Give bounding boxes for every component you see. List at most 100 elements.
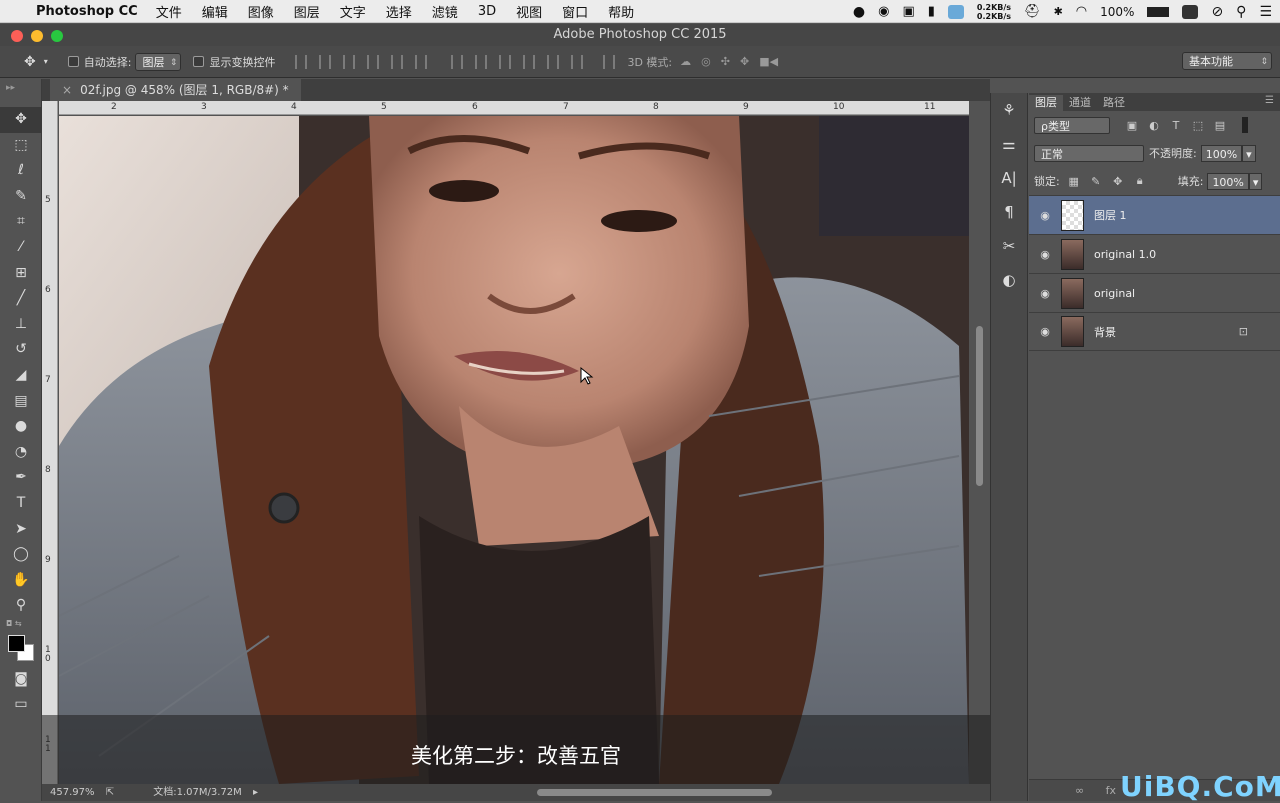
filter-toggle-switch[interactable] <box>1242 117 1248 133</box>
vr-icon[interactable]: ⛑ <box>1024 4 1041 19</box>
lock-all-icon[interactable]: 🔒︎ <box>1132 174 1148 188</box>
move-tool-icon[interactable]: ✥ <box>0 107 42 133</box>
menu-edit[interactable]: 编辑 <box>202 2 228 21</box>
distribute-hcenter-icon[interactable] <box>547 54 560 69</box>
spotlight-search-icon[interactable]: ⚲ <box>1236 4 1246 20</box>
swap-colors-icon[interactable]: ◘ ⇆ <box>0 619 41 633</box>
opacity-input[interactable]: 100% <box>1200 144 1243 162</box>
distribute-bottom-icon[interactable] <box>499 54 512 69</box>
menu-view[interactable]: 视图 <box>516 2 542 21</box>
quick-selection-tool-icon[interactable]: ✎ <box>0 184 42 210</box>
visibility-eye-icon[interactable]: ◉ <box>1029 248 1061 261</box>
bluetooth-icon[interactable]: ✱ <box>1054 5 1063 18</box>
clock-icon[interactable]: ⊘ <box>1211 4 1223 20</box>
character-panel-icon[interactable]: A| <box>991 161 1027 195</box>
fill-input[interactable]: 100% <box>1207 172 1249 190</box>
ellipse-tool-icon[interactable]: ◯ <box>0 542 42 568</box>
auto-select-dropdown[interactable]: 图层 <box>135 52 182 72</box>
toolbox-collapse-icon[interactable]: ▸▸ <box>0 79 41 107</box>
lasso-tool-icon[interactable]: ℓ <box>0 158 42 184</box>
align-right-icon[interactable] <box>415 54 428 69</box>
layer-row[interactable]: ◉ original <box>1029 273 1280 312</box>
layer-name[interactable]: original <box>1094 287 1135 300</box>
opacity-slider-arrow[interactable]: ▾ <box>1242 144 1256 162</box>
display-icon[interactable] <box>947 4 964 19</box>
3d-rotate-icon[interactable]: ☁ <box>680 55 691 68</box>
layer-name[interactable]: 背景 <box>1094 324 1116 340</box>
horizontal-scrollbar-thumb[interactable] <box>537 789 772 796</box>
panel-menu-icon[interactable]: ☰ <box>1265 95 1274 106</box>
adjustments-panel-icon[interactable]: ◐ <box>991 263 1027 297</box>
healing-brush-tool-icon[interactable]: ⊞ <box>0 261 42 287</box>
pen-tool-icon[interactable]: ✒ <box>0 465 42 491</box>
layer-row[interactable]: ◉ original 1.0 <box>1029 234 1280 273</box>
eyedropper-tool-icon[interactable]: ⁄ <box>0 235 42 261</box>
qq-icon[interactable]: ● <box>853 4 865 20</box>
hand-tool-icon[interactable]: ✋ <box>0 568 42 594</box>
paragraph-panel-icon[interactable]: ¶ <box>991 195 1027 229</box>
menu-filter[interactable]: 滤镜 <box>432 2 458 21</box>
layer-name[interactable]: 图层 1 <box>1094 207 1127 223</box>
camera-icon[interactable]: ▣ <box>902 4 914 19</box>
align-left-icon[interactable] <box>367 54 380 69</box>
blur-tool-icon[interactable]: ● <box>0 414 42 440</box>
visibility-eye-icon[interactable]: ◉ <box>1029 325 1061 338</box>
gradient-tool-icon[interactable]: ▤ <box>0 389 42 415</box>
align-top-icon[interactable] <box>295 54 308 69</box>
lock-position-icon[interactable]: ✥ <box>1110 175 1126 188</box>
move-tool-preset-icon[interactable]: ✥ <box>24 54 36 70</box>
blend-mode-dropdown[interactable]: 正常 <box>1034 144 1144 162</box>
marquee-tool-icon[interactable]: ⬚ <box>0 133 42 159</box>
menu-select[interactable]: 选择 <box>386 2 412 21</box>
clone-stamp-tool-icon[interactable]: ⊥ <box>0 312 42 338</box>
layer-row[interactable]: ◉ 图层 1 <box>1029 195 1280 234</box>
link-layers-icon[interactable]: ∞ <box>1075 784 1084 797</box>
history-brush-tool-icon[interactable]: ↺ <box>0 337 42 363</box>
notification-list-icon[interactable]: ☰ <box>1259 4 1272 20</box>
document-canvas[interactable] <box>59 116 969 784</box>
canvas-vertical-scrollbar[interactable] <box>969 101 990 784</box>
visibility-eye-icon[interactable]: ◉ <box>1029 287 1061 300</box>
3d-drag-icon[interactable]: ✣ <box>721 55 730 68</box>
path-selection-tool-icon[interactable]: ➤ <box>0 517 42 543</box>
tab-paths[interactable]: 路径 <box>1097 95 1131 111</box>
close-tab-icon[interactable]: × <box>62 83 72 97</box>
align-bottom-icon[interactable] <box>343 54 356 69</box>
dodge-tool-icon[interactable]: ◔ <box>0 440 42 466</box>
type-tool-icon[interactable]: T <box>0 491 42 517</box>
crop-tool-icon[interactable]: ⌗ <box>0 209 42 235</box>
tools-preset-panel-icon[interactable]: ✂ <box>991 229 1027 263</box>
filter-smart-object-icon[interactable]: ▤ <box>1212 119 1228 132</box>
minimize-window-button[interactable] <box>31 30 43 42</box>
color-swatches[interactable] <box>0 633 41 667</box>
visibility-eye-icon[interactable]: ◉ <box>1029 209 1061 222</box>
history-panel-icon[interactable]: ⚘ <box>991 93 1027 127</box>
menu-layer[interactable]: 图层 <box>294 2 320 21</box>
battery-icon[interactable] <box>1147 6 1170 17</box>
document-tab[interactable]: × 02f.jpg @ 458% (图层 1, RGB/8#) * <box>50 79 301 101</box>
foreground-color-swatch[interactable] <box>8 634 25 652</box>
tab-channels[interactable]: 通道 <box>1063 95 1097 111</box>
distribute-left-icon[interactable] <box>523 54 536 69</box>
filter-adjustment-icon[interactable]: ◐ <box>1146 119 1162 132</box>
show-transform-checkbox[interactable] <box>193 56 205 67</box>
filter-shape-icon[interactable]: ⬚ <box>1190 119 1206 132</box>
share-icon[interactable]: ⇱ <box>106 787 114 798</box>
wechat-icon[interactable]: ◉ <box>878 4 889 19</box>
properties-panel-icon[interactable]: ⚌ <box>991 127 1027 161</box>
menu-type[interactable]: 文字 <box>340 2 366 21</box>
status-menu-arrow-icon[interactable]: ▸ <box>253 787 258 798</box>
filter-pixel-icon[interactable]: ▣ <box>1124 119 1140 132</box>
menu-3d[interactable]: 3D <box>478 4 496 19</box>
layer-name[interactable]: original 1.0 <box>1094 248 1156 261</box>
menu-window[interactable]: 窗口 <box>562 2 588 21</box>
zoom-level[interactable]: 457.97% <box>50 787 95 798</box>
menu-image[interactable]: 图像 <box>248 2 274 21</box>
auto-select-checkbox[interactable] <box>67 56 79 67</box>
lock-transparent-icon[interactable]: ▦ <box>1066 175 1082 188</box>
zoom-tool-icon[interactable]: ⚲ <box>0 593 42 619</box>
app-name-menu[interactable]: Photoshop CC <box>36 4 138 19</box>
fill-slider-arrow[interactable]: ▾ <box>1248 172 1263 190</box>
distribute-top-icon[interactable] <box>451 54 464 69</box>
quick-mask-icon[interactable]: ◙ <box>0 667 42 693</box>
